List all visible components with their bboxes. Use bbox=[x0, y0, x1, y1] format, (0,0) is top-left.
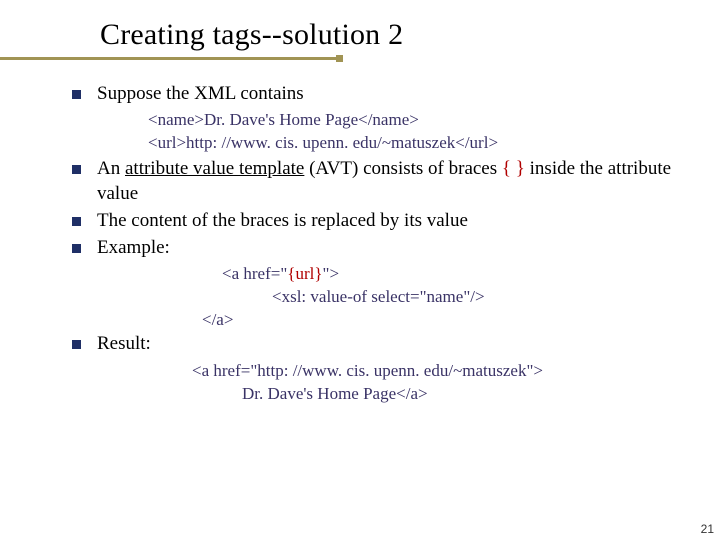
bullet-row: Result: bbox=[72, 332, 690, 356]
bullet-text: Suppose the XML contains bbox=[97, 82, 690, 106]
code-line: <a href="http: //www. cis. upenn. edu/~m… bbox=[72, 360, 690, 383]
brace-close: } bbox=[511, 158, 525, 179]
bullet-icon bbox=[72, 165, 81, 174]
code-fragment: <a href=" bbox=[222, 264, 287, 283]
code-line: <xsl: value-of select="name"/> bbox=[72, 286, 690, 309]
bullet-icon bbox=[72, 244, 81, 253]
bullet-icon bbox=[72, 340, 81, 349]
bullet-row: An attribute value template (AVT) consis… bbox=[72, 157, 690, 206]
slide: Creating tags--solution 2 Suppose the XM… bbox=[0, 0, 720, 540]
bullet-row: Example: bbox=[72, 236, 690, 260]
text-fragment: (AVT) consists of braces bbox=[304, 158, 502, 179]
text-fragment: An bbox=[97, 158, 125, 179]
brace-open: { bbox=[502, 158, 511, 179]
title-underline bbox=[0, 57, 336, 60]
code-line: <url>http: //www. cis. upenn. edu/~matus… bbox=[72, 132, 690, 155]
slide-body: Suppose the XML contains <name>Dr. Dave'… bbox=[0, 52, 720, 405]
bullet-text: Example: bbox=[97, 236, 690, 260]
bullet-text: An attribute value template (AVT) consis… bbox=[97, 157, 690, 206]
bullet-text: Result: bbox=[97, 332, 690, 356]
avt-braces: {url} bbox=[287, 264, 322, 283]
bullet-icon bbox=[72, 90, 81, 99]
slide-title: Creating tags--solution 2 bbox=[100, 18, 720, 52]
code-line: <a href="{url}"> bbox=[72, 263, 690, 286]
underlined-term: attribute value template bbox=[125, 158, 304, 179]
bullet-icon bbox=[72, 217, 81, 226]
title-underline-cap bbox=[336, 55, 343, 62]
page-number: 21 bbox=[701, 522, 714, 536]
code-fragment: "> bbox=[323, 264, 340, 283]
title-area: Creating tags--solution 2 bbox=[0, 0, 720, 52]
code-line: Dr. Dave's Home Page</a> bbox=[72, 383, 690, 406]
bullet-text: The content of the braces is replaced by… bbox=[97, 209, 690, 233]
code-line: </a> bbox=[72, 309, 690, 332]
bullet-row: The content of the braces is replaced by… bbox=[72, 209, 690, 233]
bullet-row: Suppose the XML contains bbox=[72, 82, 690, 106]
code-line: <name>Dr. Dave's Home Page</name> bbox=[72, 109, 690, 132]
